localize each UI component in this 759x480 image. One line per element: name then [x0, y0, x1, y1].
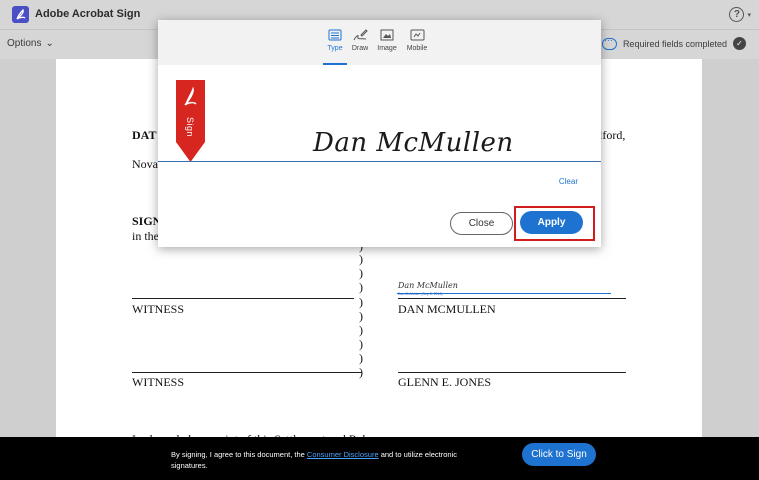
image-icon [373, 29, 401, 42]
witness-signature-line [132, 372, 362, 373]
inline-signature-meta: Dan McMullen (Sep 8, 2016) [398, 292, 443, 296]
required-fields-label: Required fields completed [622, 38, 727, 49]
tab-label: Type [327, 45, 343, 52]
signature-baseline [158, 161, 601, 162]
tab-label: Draw [351, 45, 369, 52]
doc-fragment-lford: lford, [599, 128, 626, 142]
tab-type[interactable]: Type [321, 29, 349, 65]
chevron-down-icon: ⌄ [45, 38, 54, 49]
consent-prefix: By signing, I agree to this document, th… [171, 450, 307, 459]
chat-icon[interactable] [601, 35, 617, 50]
witness-label: WITNESS [132, 375, 184, 389]
doc-fragment-nova: Nova [132, 157, 158, 171]
clear-link[interactable]: Clear [559, 177, 578, 186]
paren: ) [359, 295, 363, 309]
click-to-sign-button[interactable]: Click to Sign [522, 443, 596, 466]
help-menu-button[interactable]: ? ▾ [729, 6, 751, 23]
tab-draw[interactable]: Draw [346, 29, 374, 52]
consent-text: By signing, I agree to this document, th… [171, 449, 476, 471]
witness-label: WITNESS [132, 302, 184, 316]
app-title: Adobe Acrobat Sign [35, 8, 141, 20]
signature-method-tabs: Type Draw Image Mobile [158, 20, 601, 65]
paren: ) [359, 252, 363, 266]
paren: ) [359, 280, 363, 294]
close-button[interactable]: Close [450, 212, 513, 235]
tab-label: Mobile [406, 45, 428, 52]
keyboard-icon [321, 29, 349, 42]
signer-name: GLENN E. JONES [398, 375, 491, 389]
apply-button[interactable]: Apply [520, 211, 583, 234]
signer-name: DAN MCMULLEN [398, 302, 496, 316]
consumer-disclosure-link[interactable]: Consumer Disclosure [307, 450, 379, 459]
tab-label: Image [377, 45, 397, 52]
paren: ) [359, 351, 363, 365]
consent-bar: By signing, I agree to this document, th… [0, 437, 759, 480]
acrobat-logo-icon [12, 6, 29, 23]
paren: ) [359, 266, 363, 280]
check-circle-icon: ✓ [733, 37, 746, 50]
doc-fragment-sign: SIGN [132, 214, 162, 228]
caret-down-icon: ▾ [747, 11, 751, 19]
doc-fragment-in-the: in the [132, 229, 159, 243]
pen-icon [346, 29, 374, 42]
doc-fragment-dat: DAT [132, 128, 157, 142]
signer-signature-line [398, 372, 626, 373]
options-label: Options [7, 38, 42, 49]
paren: ) [359, 309, 363, 323]
sign-tag-label: Sign [185, 117, 195, 138]
tab-mobile[interactable]: Mobile [403, 29, 431, 52]
paren: ) [359, 337, 363, 351]
signature-dialog: Type Draw Image Mobile Sign Dan McMullen… [158, 20, 601, 247]
tab-image[interactable]: Image [373, 29, 401, 52]
witness-signature-line [132, 298, 354, 299]
help-icon: ? [729, 7, 745, 22]
inline-signature[interactable]: Dan McMullen [398, 281, 458, 290]
options-menu[interactable]: Options ⌄ [7, 38, 54, 49]
required-fields-status: Required fields completed ✓ [601, 35, 746, 50]
typed-signature[interactable]: Dan McMullen [313, 128, 514, 158]
signer-signature-line [398, 298, 626, 299]
mobile-icon [403, 29, 431, 42]
paren: ) [359, 323, 363, 337]
